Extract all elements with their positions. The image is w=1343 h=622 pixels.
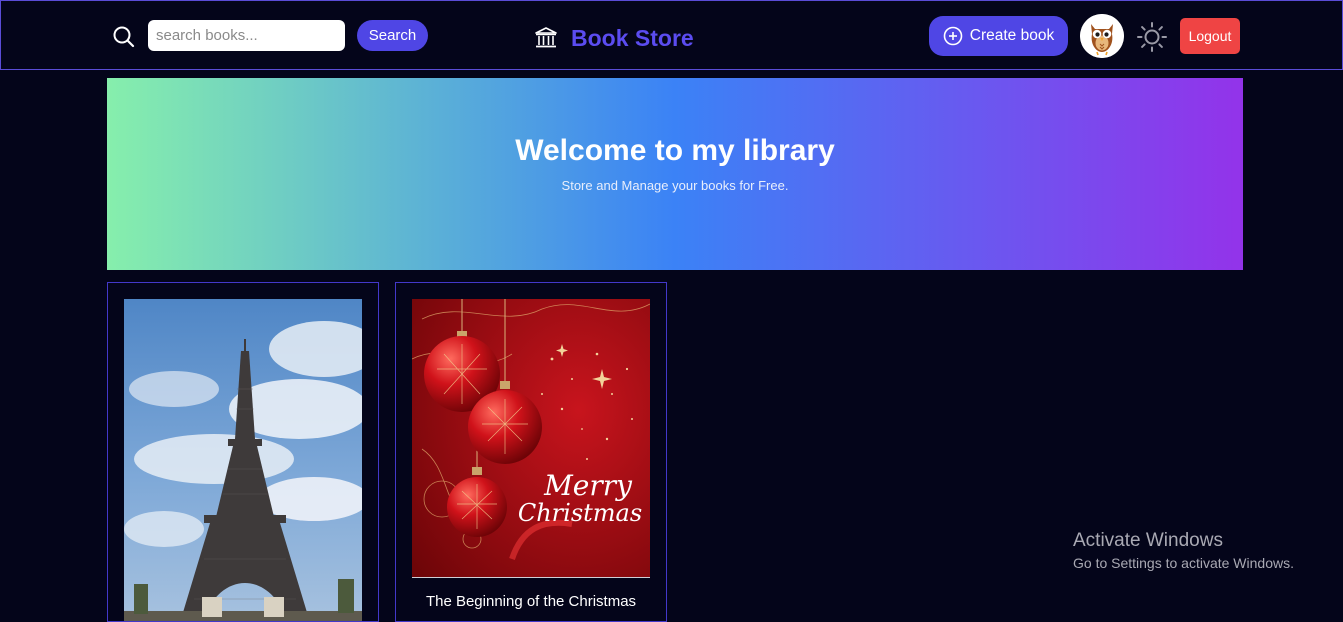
search-input[interactable] (148, 20, 345, 51)
book-title: The Beginning of the Christmas (425, 593, 637, 610)
search-button[interactable]: Search (357, 20, 428, 51)
user-avatar[interactable] (1080, 14, 1124, 58)
os-activation-watermark: Activate Windows Go to Settings to activ… (1073, 530, 1294, 571)
welcome-banner: Welcome to my library Store and Manage y… (107, 78, 1243, 270)
book-card[interactable] (107, 282, 379, 622)
search-icon[interactable] (111, 24, 137, 50)
hero-subtitle: Store and Manage your books for Free. (561, 177, 789, 193)
cover-title-merry: Merry (543, 469, 633, 502)
book-card[interactable]: Merry Christmas The Beginning of the Chr… (395, 282, 667, 622)
plus-circle-icon (943, 26, 963, 46)
cover-divider (412, 577, 650, 578)
brand[interactable]: Book Store (534, 23, 694, 53)
hero-title: Welcome to my library (515, 133, 835, 167)
watermark-subtitle: Go to Settings to activate Windows. (1073, 555, 1294, 571)
book-cover-image: Merry Christmas (412, 299, 650, 577)
library-building-icon (535, 27, 557, 48)
logout-button[interactable]: Logout (1180, 18, 1240, 54)
create-book-label: Create book (969, 27, 1055, 44)
cover-title-christmas: Christmas (518, 499, 642, 527)
sun-icon[interactable] (1136, 21, 1168, 53)
brand-title: Book Store (571, 24, 694, 51)
watermark-title: Activate Windows (1073, 530, 1223, 551)
owl-icon (1080, 14, 1124, 58)
top-navbar: Search Book Store Create book (0, 0, 1343, 70)
create-book-button[interactable]: Create book (929, 16, 1068, 56)
book-cover-image (124, 299, 362, 621)
